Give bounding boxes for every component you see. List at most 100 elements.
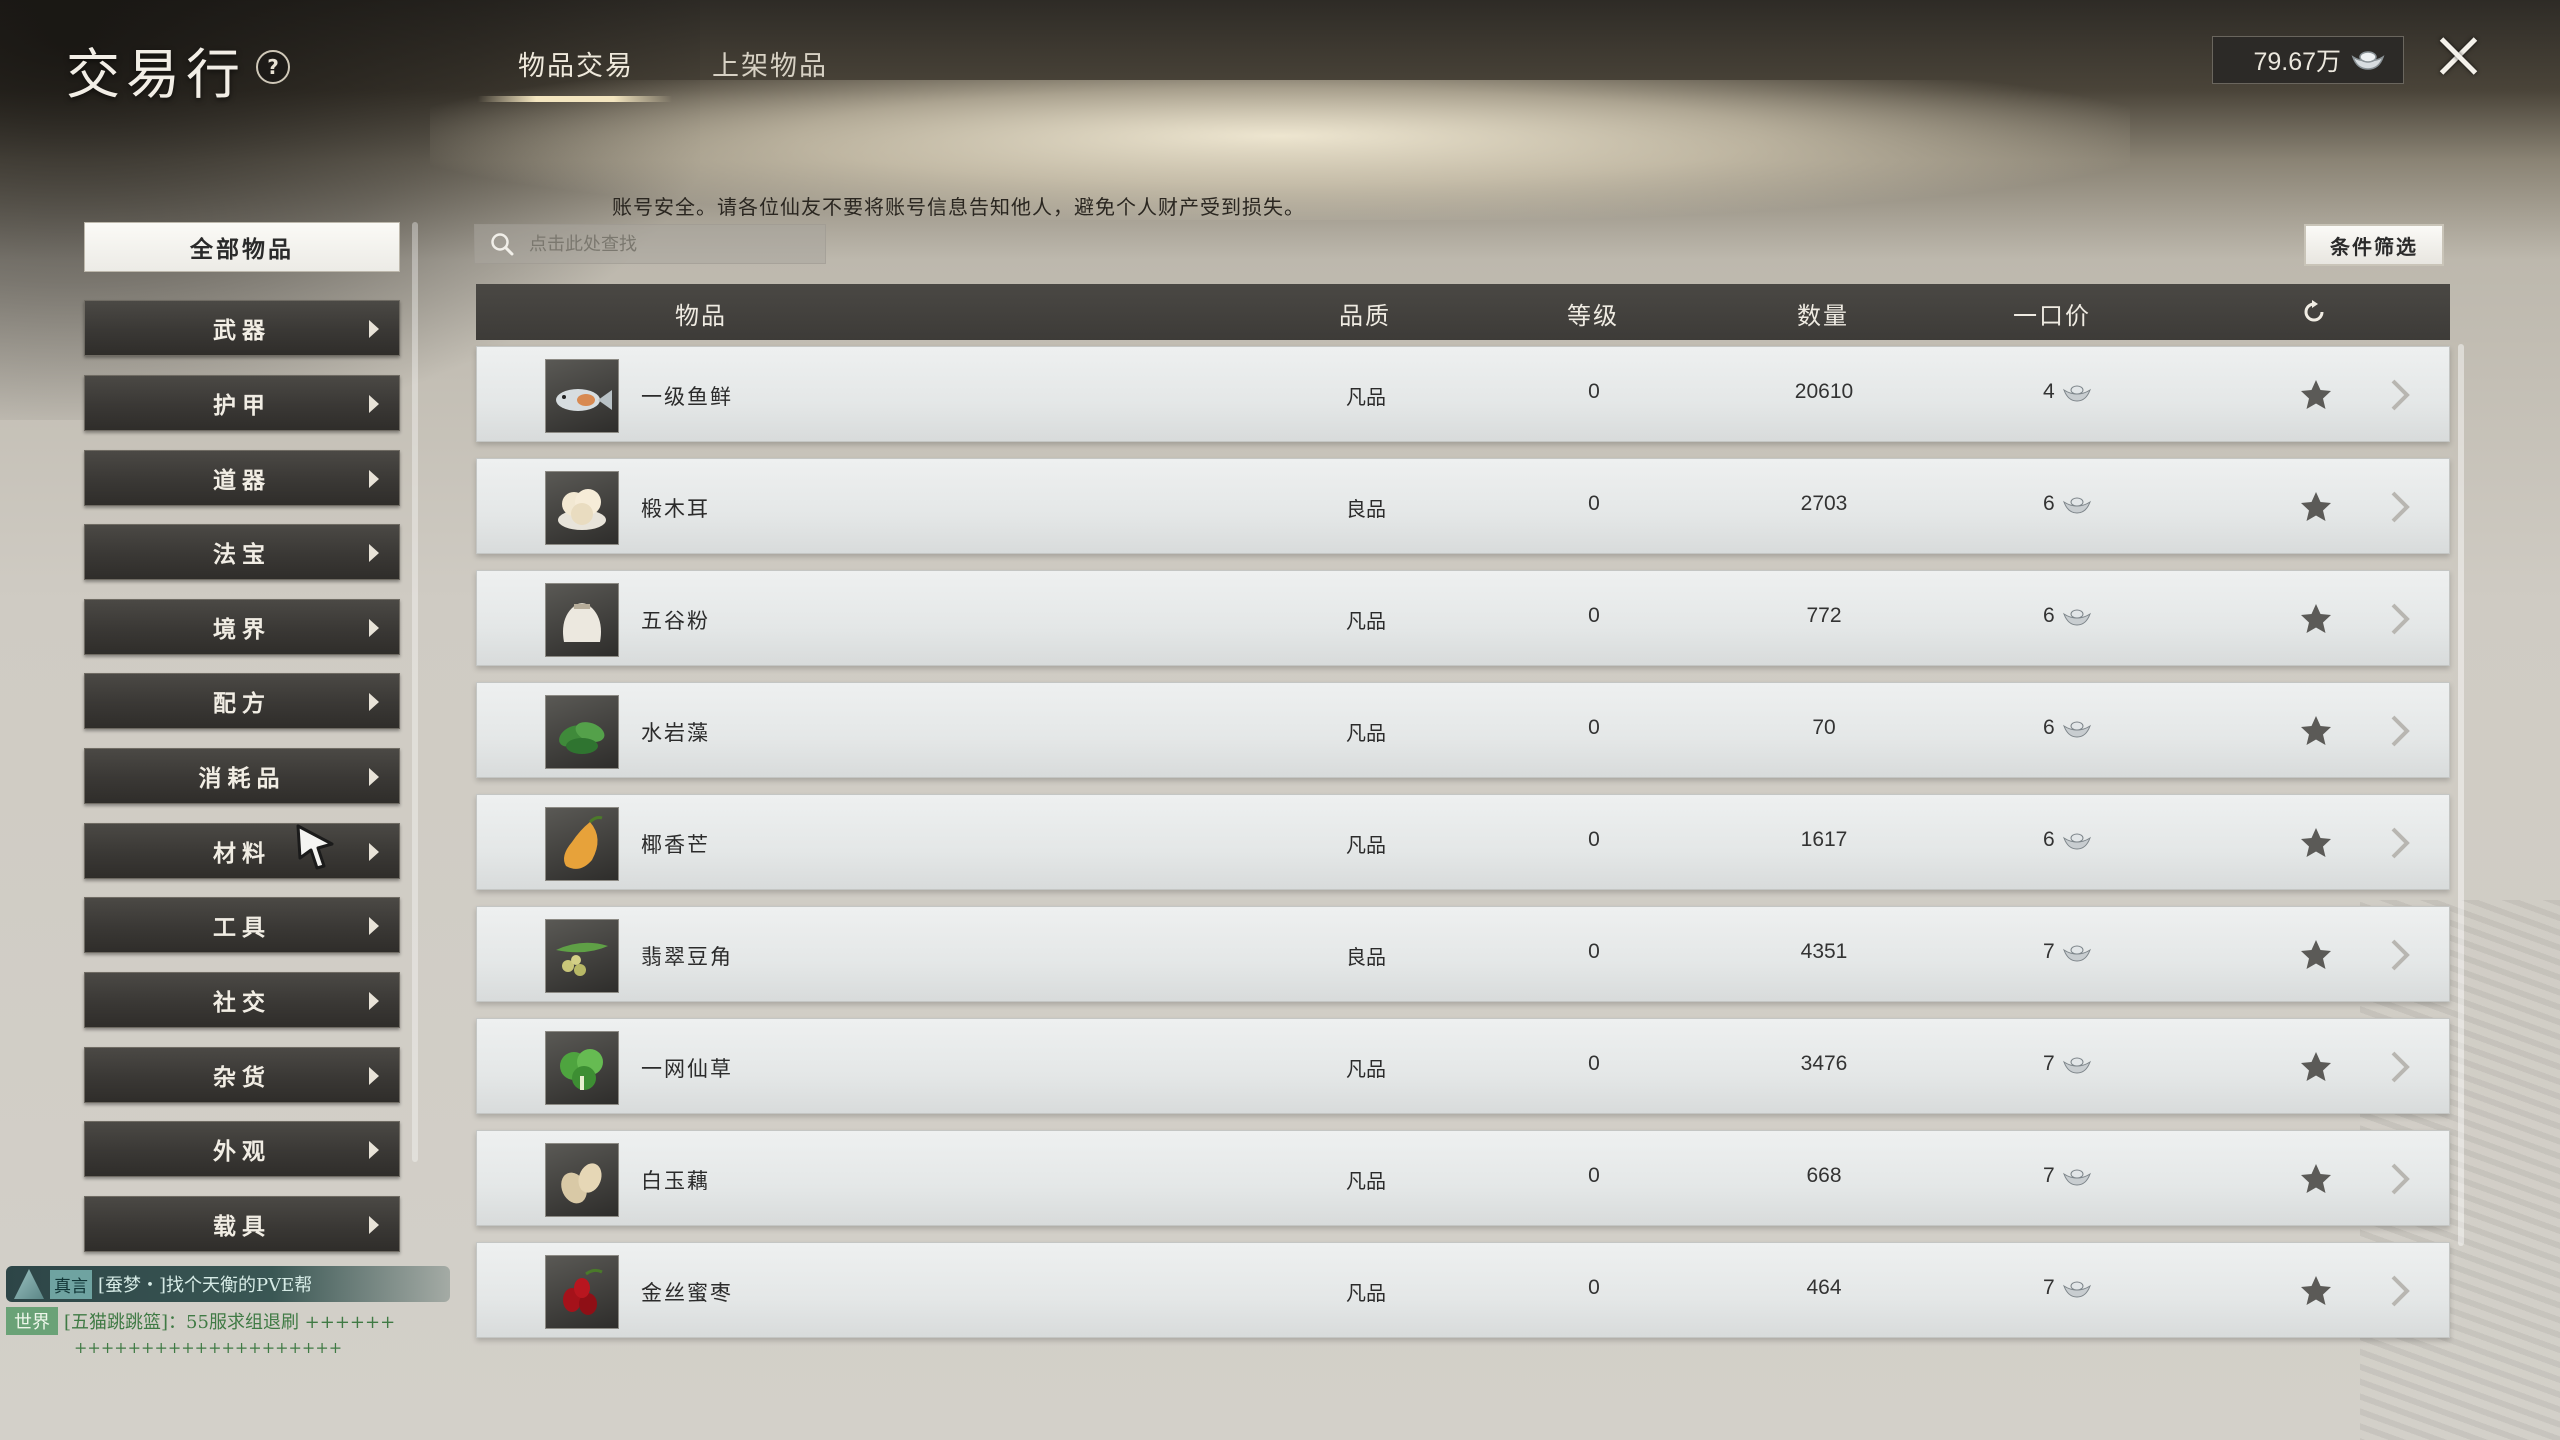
chevron-right-icon[interactable] [2389, 1161, 2411, 1197]
silver-ingot-icon [2063, 1055, 2091, 1075]
favorite-star-icon[interactable] [2299, 714, 2333, 748]
item-thumbnail [545, 583, 619, 657]
sidebar-item-realm[interactable]: 境界 [84, 599, 400, 655]
item-thumbnail [545, 471, 619, 545]
favorite-star-icon[interactable] [2299, 490, 2333, 524]
chat-message-text: [蚕梦・]找个天衡的PVE帮 [98, 1275, 313, 1296]
favorite-star-icon[interactable] [2299, 1274, 2333, 1308]
chevron-right-icon[interactable] [2389, 489, 2411, 525]
sidebar-item-label: 境界 [213, 616, 271, 643]
favorite-star-icon[interactable] [2299, 1162, 2333, 1196]
world-message-text: [五猫跳跳篮]：55服求组退刷 ++++++ [64, 1312, 396, 1333]
item-name: 白玉藕 [641, 1169, 710, 1193]
sidebar-item-consumable[interactable]: 消耗品 [84, 748, 400, 804]
table-row[interactable]: 白玉藕 凡品 0 668 7 [476, 1130, 2450, 1226]
sidebar-item-treasure[interactable]: 法宝 [84, 524, 400, 580]
item-quality: 良品 [1346, 497, 1386, 521]
chat-message-bar[interactable]: 真言 [蚕梦・]找个天衡的PVE帮 [6, 1266, 450, 1302]
chevron-right-icon [369, 1067, 379, 1085]
sidebar-item-recipe[interactable]: 配方 [84, 673, 400, 729]
item-price: 6 [2043, 492, 2055, 515]
table-row[interactable]: 水岩藻 凡品 0 70 6 [476, 682, 2450, 778]
chevron-right-icon[interactable] [2389, 713, 2411, 749]
currency-display: 79.67万 [2212, 36, 2404, 84]
item-price: 7 [2043, 1164, 2055, 1187]
sidebar-item-armor[interactable]: 护甲 [84, 375, 400, 431]
sidebar-item-material[interactable]: 材料 [84, 823, 400, 879]
chevron-right-icon[interactable] [2389, 825, 2411, 861]
tab-item-trade[interactable]: 物品交易 [518, 44, 634, 83]
chat-channel-tag: 真言 [50, 1269, 92, 1299]
table-row[interactable]: 椰香芒 凡品 0 1617 6 [476, 794, 2450, 890]
sidebar-scrollbar[interactable] [412, 222, 418, 1162]
sidebar-item-tool[interactable]: 工具 [84, 897, 400, 953]
item-level: 0 [1588, 828, 1600, 851]
item-name: 一级鱼鲜 [641, 385, 733, 409]
close-button[interactable] [2432, 30, 2484, 82]
chevron-right-icon [369, 320, 379, 338]
table-row[interactable]: 一级鱼鲜 凡品 0 20610 4 [476, 346, 2450, 442]
sidebar-item-weapon[interactable]: 武器 [84, 300, 400, 356]
table-scrollbar[interactable] [2458, 344, 2464, 1246]
sidebar-item-tool-artifact[interactable]: 道器 [84, 450, 400, 506]
table-header: 物品 品质 等级 数量 一口价 [476, 284, 2450, 340]
chevron-right-icon [369, 619, 379, 637]
favorite-star-icon[interactable] [2299, 826, 2333, 860]
chevron-right-icon[interactable] [2389, 601, 2411, 637]
favorite-star-icon[interactable] [2299, 602, 2333, 636]
chevron-right-icon[interactable] [2389, 1273, 2411, 1309]
mouse-cursor-icon [294, 822, 338, 872]
favorite-star-icon[interactable] [2299, 1050, 2333, 1084]
item-quantity: 2703 [1800, 492, 1848, 515]
chevron-right-icon [369, 992, 379, 1010]
silver-ingot-icon [2063, 943, 2091, 963]
favorite-star-icon[interactable] [2299, 938, 2333, 972]
jujube-icon [563, 1268, 603, 1315]
refresh-icon[interactable] [2300, 298, 2328, 326]
table-row[interactable]: 一网仙草 凡品 0 3476 7 [476, 1018, 2450, 1114]
column-header-quality: 品质 [1339, 302, 1391, 330]
tab-active-underline [478, 96, 672, 102]
search-box[interactable] [474, 224, 826, 264]
currency-value: 79.67万 [2253, 48, 2341, 76]
sidebar-all-items[interactable]: 全部物品 [84, 222, 400, 272]
sidebar-item-mount[interactable]: 载具 [84, 1196, 400, 1252]
sidebar-item-misc[interactable]: 杂货 [84, 1047, 400, 1103]
column-header-price: 一口价 [2013, 302, 2091, 330]
table-row[interactable]: 五谷粉 凡品 0 772 6 [476, 570, 2450, 666]
sidebar-item-social[interactable]: 社交 [84, 972, 400, 1028]
sidebar-item-label: 材料 [213, 840, 271, 867]
fungus-icon [558, 489, 606, 530]
tab-list-item[interactable]: 上架物品 [712, 44, 828, 83]
chevron-right-icon[interactable] [2389, 377, 2411, 413]
search-input[interactable] [527, 232, 811, 256]
table-row[interactable]: 椴木耳 良品 0 2703 6 [476, 458, 2450, 554]
favorite-star-icon[interactable] [2299, 378, 2333, 412]
table-row[interactable]: 翡翠豆角 良品 0 4351 7 [476, 906, 2450, 1002]
item-price: 6 [2043, 828, 2055, 851]
chevron-right-icon [369, 544, 379, 562]
table-row[interactable]: 金丝蜜枣 凡品 0 464 7 [476, 1242, 2450, 1338]
sidebar-item-label: 道器 [213, 467, 271, 494]
world-chat-line[interactable]: 世界 [五猫跳跳篮]：55服求组退刷 ++++++ [6, 1306, 450, 1336]
silver-ingot-icon [2063, 1167, 2091, 1187]
help-icon[interactable]: ? [256, 50, 290, 84]
item-level: 0 [1588, 492, 1600, 515]
chevron-right-icon[interactable] [2389, 937, 2411, 973]
chevron-right-icon [369, 843, 379, 861]
item-quantity: 4351 [1800, 940, 1848, 963]
chevron-right-icon[interactable] [2389, 1049, 2411, 1085]
item-quantity: 668 [1806, 1164, 1842, 1187]
seaweed-icon [559, 722, 605, 754]
item-thumbnail [545, 1143, 619, 1217]
filter-button[interactable]: 条件筛选 [2304, 224, 2444, 266]
sidebar-item-appearance[interactable]: 外观 [84, 1121, 400, 1177]
sidebar-item-label: 社交 [213, 989, 271, 1016]
silver-ingot-icon [2063, 607, 2091, 627]
silver-ingot-icon [2063, 495, 2091, 515]
sidebar-item-label: 外观 [213, 1138, 271, 1165]
mango-icon [564, 816, 603, 869]
security-notice: 账号安全。请各位仙友不要将账号信息告知他人，避免个人财产受到损失。 [612, 195, 1305, 219]
item-level: 0 [1588, 1052, 1600, 1075]
item-level: 0 [1588, 940, 1600, 963]
